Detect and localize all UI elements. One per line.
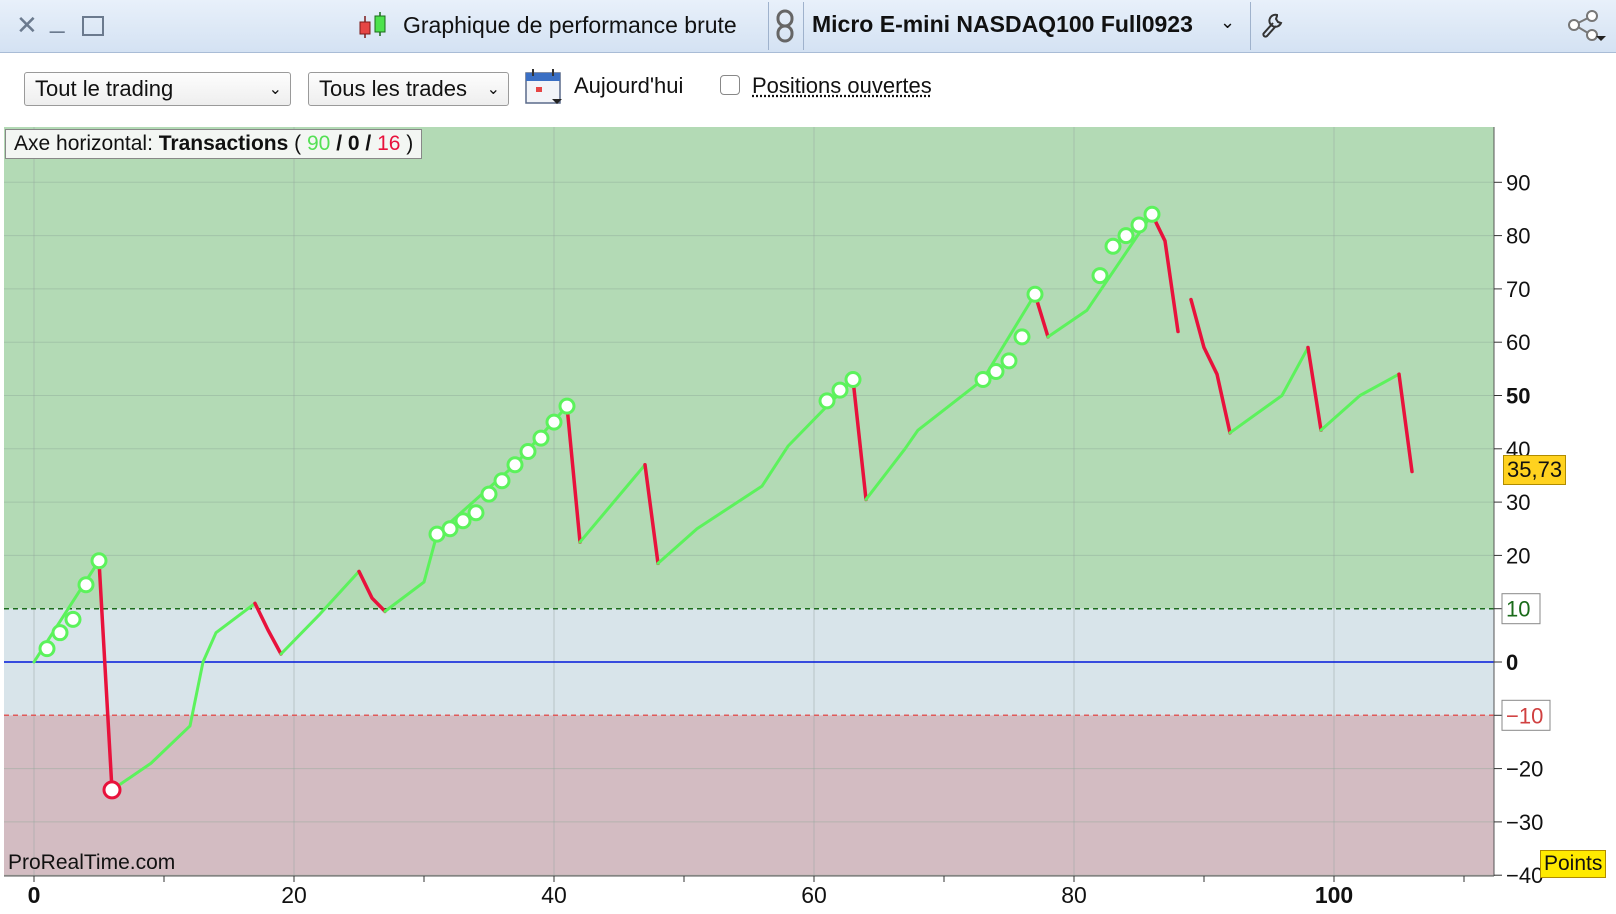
- maximize-icon[interactable]: [82, 16, 104, 36]
- y-tick-label: −40: [1506, 863, 1543, 888]
- axis-info-losses: 16: [377, 132, 401, 155]
- brand-watermark: ProRealTime.com: [8, 851, 176, 874]
- y-tick-label: −30: [1506, 810, 1543, 835]
- winning-streak-marker: [1013, 328, 1031, 346]
- instrument-selector[interactable]: Micro E-mini NASDAQ100 Full0923: [812, 11, 1193, 38]
- winning-streak-marker: [532, 429, 550, 447]
- x-tick-label: 60: [801, 882, 827, 908]
- y-tick-label: 90: [1506, 170, 1530, 195]
- separator: [803, 2, 804, 50]
- trades-select[interactable]: Tous les trades ⌄: [308, 72, 509, 106]
- share-icon[interactable]: [1566, 8, 1606, 49]
- trades-select-value: Tous les trades: [319, 76, 467, 101]
- axis-info-neutral: 0: [347, 132, 360, 155]
- axis-info-slash: /: [365, 132, 378, 155]
- winning-streak-marker: [558, 397, 576, 415]
- y-tick-label: 70: [1506, 277, 1530, 302]
- period-select[interactable]: Tout le trading ⌄: [24, 72, 291, 106]
- minimize-icon[interactable]: _: [50, 4, 64, 35]
- winning-streak-marker: [1104, 237, 1122, 255]
- winning-streak-marker: [844, 371, 862, 389]
- axis-info-prefix: Axe horizontal:: [14, 132, 153, 155]
- open-positions-label[interactable]: Positions ouvertes: [752, 73, 932, 99]
- x-tick-label: 20: [281, 882, 307, 908]
- winning-streak-marker: [987, 363, 1005, 381]
- x-tick-label: 80: [1061, 882, 1087, 908]
- winning-streak-marker: [38, 640, 56, 658]
- y-tick-label: 30: [1506, 490, 1530, 515]
- loss-zone: [4, 715, 1494, 876]
- current-value-tag: 35,73: [1503, 455, 1567, 485]
- winning-streak-marker: [1130, 216, 1148, 234]
- today-button[interactable]: Aujourd'hui: [574, 73, 683, 99]
- x-tick-label: 100: [1315, 882, 1353, 908]
- losing-extreme-marker: [102, 780, 122, 800]
- y-tick-label: −10: [1506, 703, 1543, 728]
- winning-streak-marker: [831, 381, 849, 399]
- close-icon[interactable]: ✕: [16, 10, 38, 41]
- axis-info-slash: /: [336, 132, 348, 155]
- y-tick-label: 80: [1506, 224, 1530, 249]
- performance-chart[interactable]: −40−30−20−1001020304050607080900 20 40 60 80…: [0, 127, 1616, 914]
- y-tick-label: 20: [1506, 543, 1530, 568]
- axis-info-paren: ): [400, 132, 414, 155]
- axis-info-paren: (: [294, 132, 307, 155]
- axis-info-box: Axe horizontal: Transactions ( 90 / 0 / …: [5, 129, 423, 159]
- link-icon[interactable]: [774, 8, 796, 49]
- chevron-down-icon: ⌄: [486, 81, 500, 98]
- winning-streak-marker: [90, 552, 108, 570]
- winning-streak-marker: [77, 576, 95, 594]
- winning-streak-marker: [1143, 205, 1161, 223]
- winning-streak-marker: [974, 371, 992, 389]
- winning-streak-marker: [1117, 227, 1135, 245]
- candlestick-icon: [356, 10, 390, 42]
- y-tick-label: 50: [1506, 384, 1530, 409]
- window-title: Graphique de performance brute: [403, 12, 737, 38]
- winning-streak-marker: [64, 610, 82, 628]
- separator: [768, 2, 769, 50]
- calendar-icon[interactable]: [524, 67, 564, 112]
- winning-streak-marker: [467, 504, 485, 522]
- axis-info-mode: Transactions: [158, 132, 289, 155]
- winning-streak-marker: [519, 442, 537, 460]
- winning-streak-marker: [51, 624, 69, 642]
- y-tick-label: 60: [1506, 330, 1530, 355]
- x-tick-label: 40: [541, 882, 567, 908]
- winning-streak-marker: [545, 413, 563, 431]
- winning-streak-marker: [480, 485, 498, 503]
- profit-zone: [4, 127, 1494, 609]
- winning-streak-marker: [454, 512, 472, 530]
- winning-streak-marker: [818, 392, 836, 410]
- axis-info-wins: 90: [307, 132, 331, 155]
- y-tick-label: 10: [1506, 597, 1530, 622]
- open-positions-checkbox[interactable]: [720, 75, 740, 95]
- winning-streak-marker: [1026, 285, 1044, 303]
- x-tick-label: 0: [28, 882, 41, 908]
- toolbar: Tout le trading ⌄ Tous les trades ⌄ Aujo…: [0, 53, 1616, 127]
- unit-tag: Points: [1540, 850, 1607, 878]
- winning-streak-marker: [1000, 352, 1018, 370]
- chevron-down-icon[interactable]: ⌄: [1220, 12, 1235, 33]
- winning-streak-marker: [493, 472, 511, 490]
- y-tick-label: −20: [1506, 757, 1543, 782]
- separator: [1250, 2, 1251, 50]
- winning-streak-marker: [506, 456, 524, 474]
- winning-streak-marker: [441, 520, 459, 538]
- y-tick-label: 0: [1506, 650, 1518, 675]
- title-bar: ✕ _ Graphique de performance brute Micro…: [0, 0, 1616, 53]
- chevron-down-icon: ⌄: [268, 81, 282, 98]
- period-select-value: Tout le trading: [35, 76, 174, 101]
- winning-streak-marker: [1091, 267, 1109, 285]
- wrench-icon[interactable]: [1260, 12, 1286, 43]
